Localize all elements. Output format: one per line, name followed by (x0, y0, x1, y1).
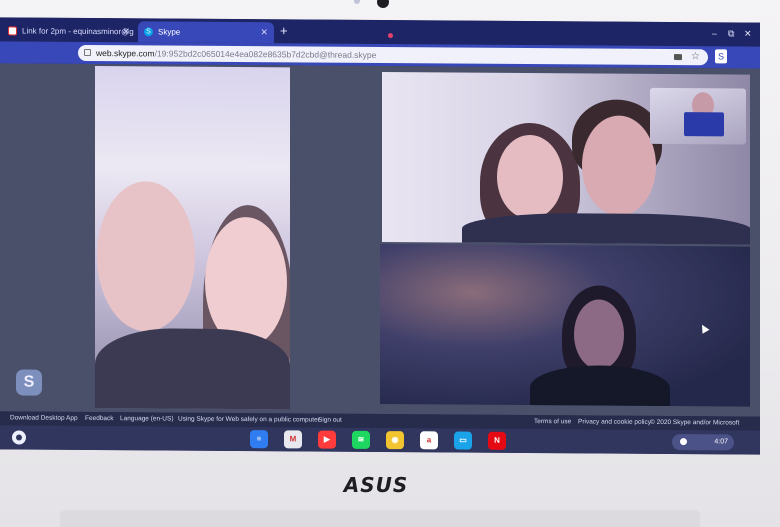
lock-icon (84, 48, 91, 56)
tab-skype[interactable]: S Skype ✕ (138, 21, 393, 44)
status-icon (680, 438, 687, 446)
video-tile-left[interactable] (95, 66, 290, 410)
feedback-link[interactable]: Feedback (85, 412, 114, 426)
new-tab-button[interactable]: + (280, 22, 288, 40)
privacy-link[interactable]: Privacy and cookie policy (578, 415, 651, 430)
skype-icon: S (144, 27, 153, 37)
gmail-icon[interactable]: M (284, 430, 302, 449)
launcher-icon[interactable] (12, 430, 26, 445)
laptop-bezel: Link for 2pm - equinasminor@g ✕ S Skype … (0, 0, 780, 527)
download-desktop-app-link[interactable]: Download Desktop App (10, 411, 78, 425)
tab-label: Link for 2pm - equinasminor@g (22, 26, 134, 37)
terms-link[interactable]: Terms of use (534, 415, 571, 429)
minimize-icon[interactable]: – (712, 28, 717, 38)
chrome-icon[interactable]: ◉ (386, 431, 404, 450)
skype-extension-icon[interactable]: S (715, 49, 727, 64)
camera-icon[interactable] (674, 54, 682, 61)
docs-icon[interactable]: ≡ (250, 430, 268, 449)
participant-face (97, 181, 195, 332)
close-icon[interactable]: ✕ (122, 21, 130, 42)
skype-logo-icon: S (16, 369, 42, 396)
webcam (377, 0, 389, 8)
participant-face (574, 299, 624, 370)
camera-indicator (354, 0, 360, 4)
tab-label: Skype (158, 27, 181, 37)
video-tile-bottom-right[interactable] (380, 244, 750, 407)
os-shelf: ≡ M ▶ ≋ ◉ a ▭ N 4:07 (0, 425, 760, 455)
amazon-icon[interactable]: a (420, 431, 438, 450)
close-window-icon[interactable]: ✕ (744, 29, 752, 40)
participant-face (497, 134, 563, 220)
brand-logo: ASUS (343, 473, 409, 497)
gmail-icon (8, 26, 17, 36)
tablet (684, 112, 724, 137)
participant-shirt (530, 365, 670, 407)
sign-out-link[interactable]: Sign out (318, 414, 342, 428)
maximize-icon[interactable]: ⧉ (728, 28, 734, 39)
spotify-icon[interactable]: ≋ (352, 430, 370, 449)
files-icon[interactable]: ▭ (454, 431, 472, 450)
copyright-text: © 2020 Skype and/or Microsoft (650, 418, 740, 427)
address-bar[interactable]: web.skype.com/19:952bd2c065014e4ea082e86… (78, 44, 708, 66)
clock: 4:07 (714, 438, 728, 446)
participant-face (582, 115, 656, 216)
participant-face (205, 216, 287, 348)
url-path: /19:952bd2c065014e4ea082e8635b7d2cbd@thr… (154, 48, 377, 60)
url-host: web.skype.com (96, 48, 155, 59)
participant-shirt (95, 328, 290, 410)
screen: Link for 2pm - equinasminor@g ✕ S Skype … (0, 17, 760, 455)
language-link[interactable]: Language (en-US) (120, 412, 173, 426)
call-stage: S (0, 63, 760, 417)
recording-icon (388, 33, 393, 39)
public-computer-link[interactable]: Using Skype for Web safely on a public c… (178, 413, 320, 428)
status-tray[interactable]: 4:07 (672, 434, 734, 451)
participant-shirt (462, 212, 750, 245)
laptop-hinge (60, 510, 700, 527)
self-view-tile[interactable] (650, 87, 746, 145)
bookmark-star-icon[interactable]: ☆ (691, 49, 700, 65)
close-icon[interactable]: ✕ (260, 22, 268, 43)
netflix-icon[interactable]: N (488, 431, 506, 450)
youtube-icon[interactable]: ▶ (318, 430, 336, 449)
tab-gmail[interactable]: Link for 2pm - equinasminor@g ✕ (2, 20, 136, 43)
